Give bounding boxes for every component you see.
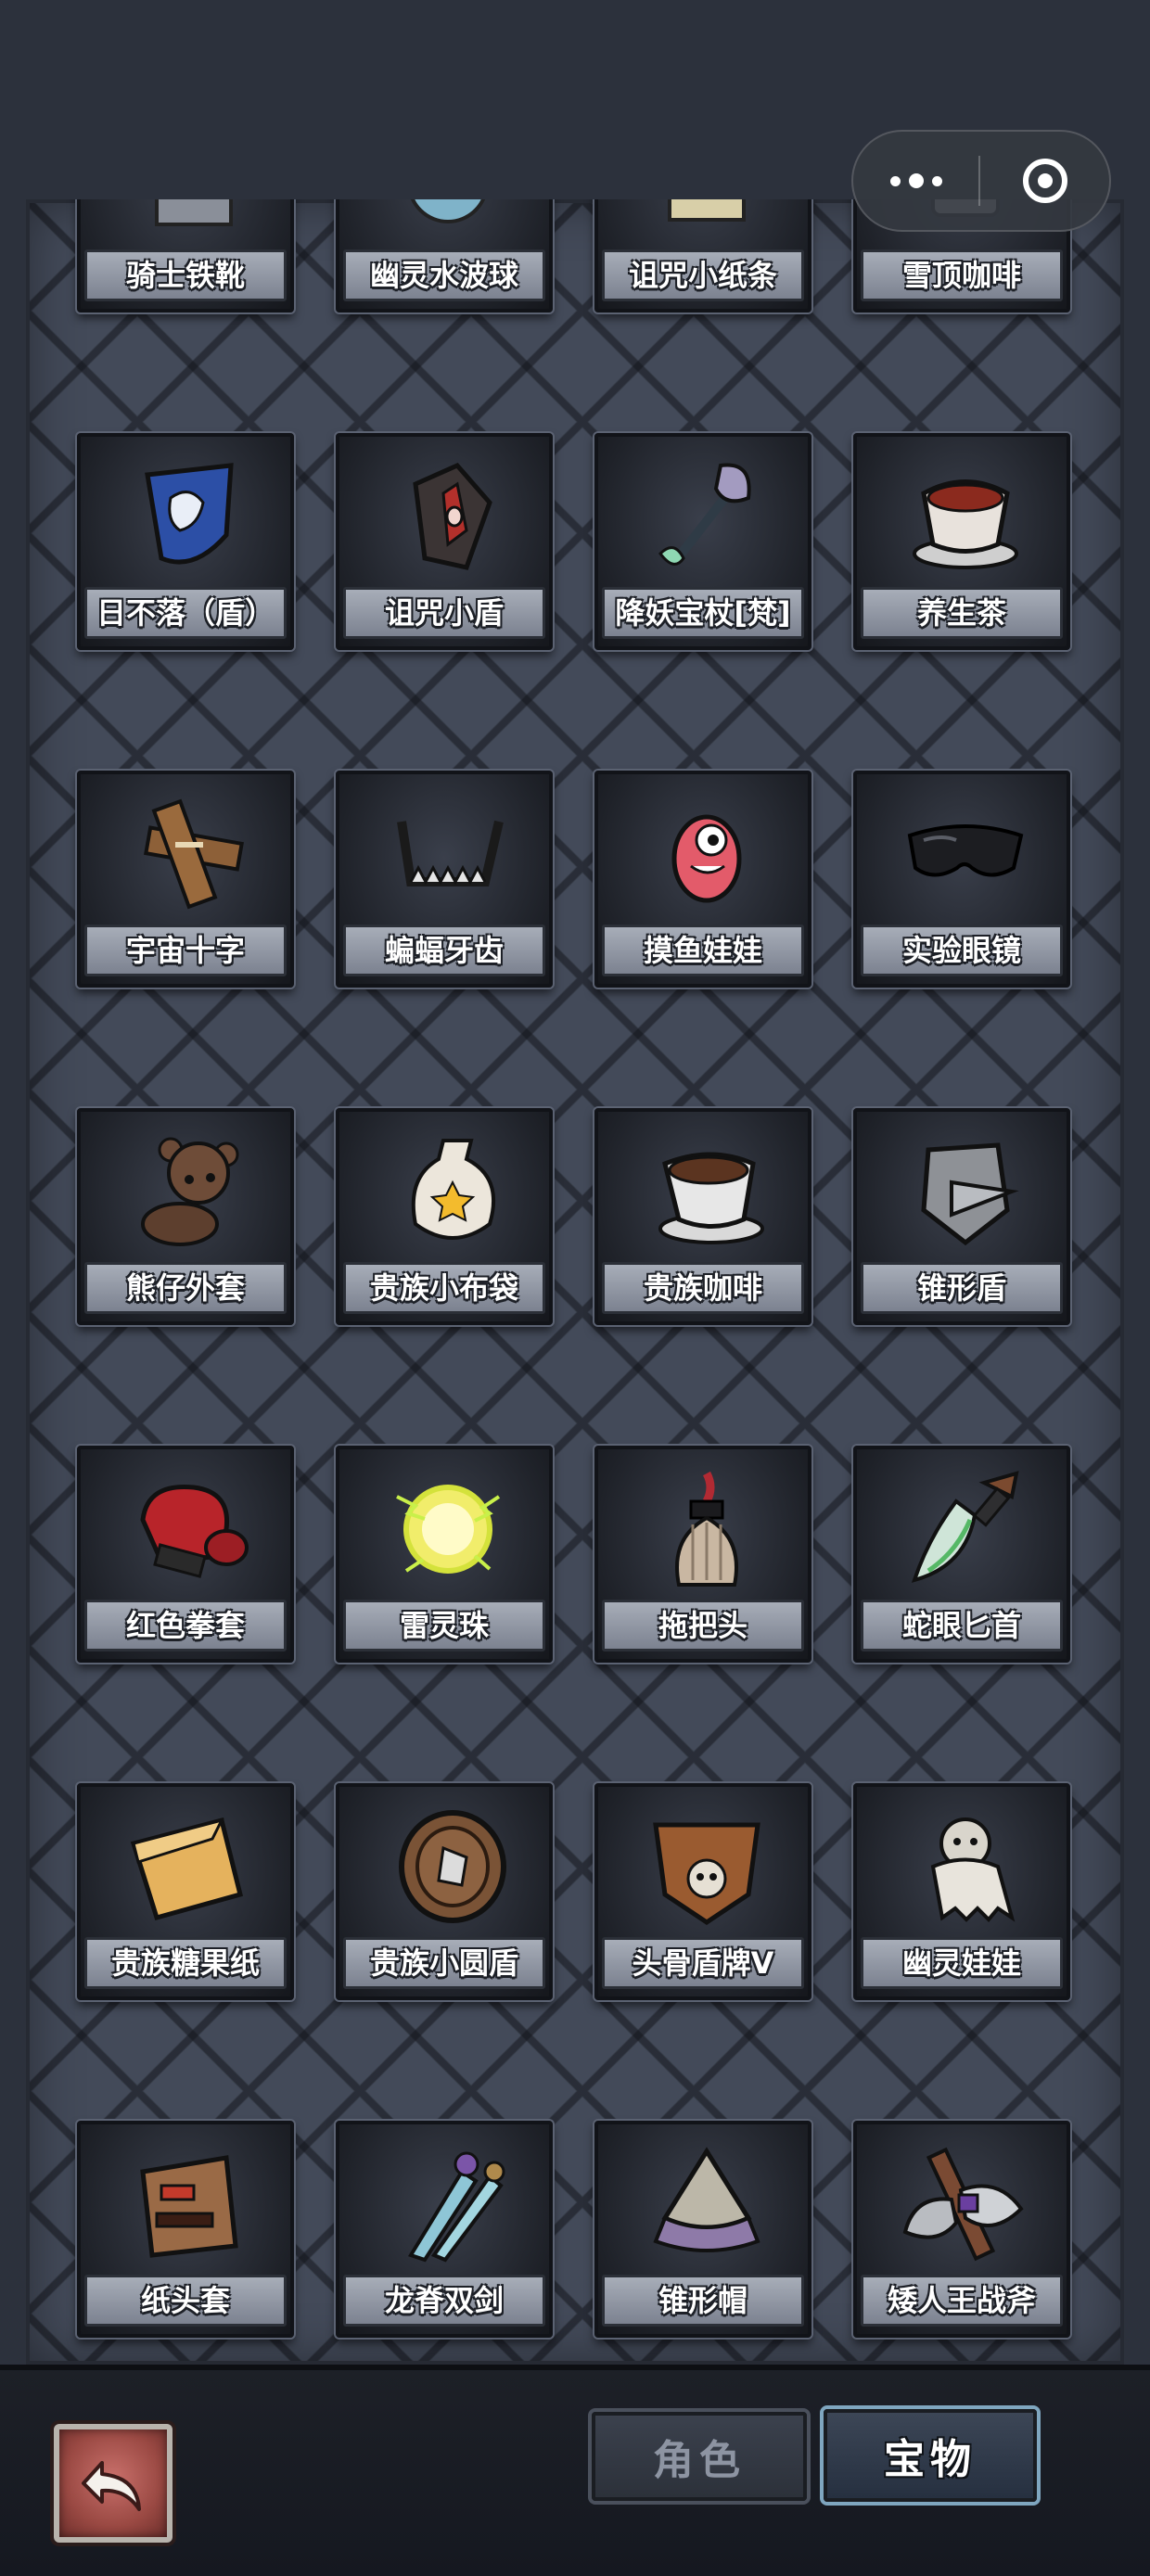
item-card-cosmic-cross[interactable]: 宇宙十字 (77, 771, 294, 988)
item-card-noble-pouch[interactable]: 贵族小布袋 (336, 1108, 553, 1325)
item-label: 龙脊双剑 (343, 2275, 545, 2327)
item-label: 贵族糖果纸 (84, 1937, 287, 1989)
item-label: 纸头套 (84, 2275, 287, 2327)
slacker-doll-icon (626, 789, 787, 919)
more-dots-icon[interactable] (853, 132, 978, 230)
item-card-slacker-doll[interactable]: 摸鱼娃娃 (594, 771, 811, 988)
bat-teeth-icon (367, 789, 529, 919)
round-shield-icon (367, 1802, 529, 1932)
item-card-ghost-orb[interactable]: 幽灵水波球 (336, 199, 553, 312)
item-card-bat-teeth[interactable]: 蝙蝠牙齿 (336, 771, 553, 988)
item-label: 蛇眼匕首 (861, 1600, 1063, 1651)
blue-shield-icon (109, 452, 270, 581)
tab-treasure[interactable]: 宝物 (824, 2409, 1037, 2502)
item-label: 幽灵水波球 (343, 249, 545, 301)
item-label: 雷灵珠 (343, 1600, 545, 1651)
item-card-cone-hat[interactable]: 锥形帽 (594, 2121, 811, 2338)
item-card-mop-head[interactable]: 拖把头 (594, 1446, 811, 1663)
cursed-shield-icon (367, 452, 529, 581)
item-card-dwarf-axe[interactable]: 矮人王战斧 (853, 2121, 1070, 2338)
item-label: 降妖宝杖[梵] (602, 587, 804, 639)
item-card-bear-coat[interactable]: 熊仔外套 (77, 1108, 294, 1325)
item-label: 矮人王战斧 (861, 2275, 1063, 2327)
item-label: 红色拳套 (84, 1600, 287, 1651)
snake-dagger-icon (885, 1464, 1046, 1594)
item-card-noble-coffee[interactable]: 贵族咖啡 (594, 1108, 811, 1325)
cosmic-cross-icon (109, 789, 270, 919)
item-label: 诅咒小盾 (343, 587, 545, 639)
tab-role[interactable]: 角色 (592, 2412, 807, 2501)
item-label: 锥形盾 (861, 1262, 1063, 1314)
boxing-glove-icon (109, 1464, 270, 1594)
item-card-snake-dagger[interactable]: 蛇眼匕首 (853, 1446, 1070, 1663)
bottom-nav-bar: 角色 宝物 (0, 2365, 1150, 2576)
mini-program-capsule (851, 130, 1111, 232)
item-label: 头骨盾牌V (602, 1937, 804, 1989)
item-label: 贵族咖啡 (602, 1262, 804, 1314)
mop-head-icon (626, 1464, 787, 1594)
item-card-demon-staff[interactable]: 降妖宝杖[梵] (594, 433, 811, 650)
item-card-paper-bag[interactable]: 纸头套 (77, 2121, 294, 2338)
back-arrow-icon (82, 2461, 141, 2511)
demon-staff-icon (626, 452, 787, 581)
item-label: 贵族小圆盾 (343, 1937, 545, 1989)
item-label: 实验眼镜 (861, 925, 1063, 976)
item-label: 摸鱼娃娃 (602, 925, 804, 976)
item-grid-panel[interactable]: 骑士铁靴 幽灵水波球 诅咒小纸条 雪顶咖啡 日不落（盾） 诅咒小盾 降妖宝杖[梵… (26, 199, 1124, 2365)
iron-boots-icon (109, 199, 270, 248)
paper-bag-icon (109, 2139, 270, 2269)
item-card-health-tea[interactable]: 养生茶 (853, 433, 1070, 650)
item-card-dragon-swords[interactable]: 龙脊双剑 (336, 2121, 553, 2338)
dragon-swords-icon (367, 2139, 529, 2269)
item-label: 拖把头 (602, 1600, 804, 1651)
item-label: 诅咒小纸条 (602, 249, 804, 301)
item-label: 宇宙十字 (84, 925, 287, 976)
item-label: 蝙蝠牙齿 (343, 925, 545, 976)
candy-wrapper-icon (109, 1802, 270, 1932)
item-label: 雪顶咖啡 (861, 249, 1063, 301)
cone-hat-icon (626, 2139, 787, 2269)
item-label: 养生茶 (861, 587, 1063, 639)
item-card-blue-shield[interactable]: 日不落（盾） (77, 433, 294, 650)
cone-shield-icon (885, 1127, 1046, 1256)
item-card-iron-boots[interactable]: 骑士铁靴 (77, 199, 294, 312)
item-label: 贵族小布袋 (343, 1262, 545, 1314)
item-card-boxing-glove[interactable]: 红色拳套 (77, 1446, 294, 1663)
item-card-cone-shield[interactable]: 锥形盾 (853, 1108, 1070, 1325)
item-card-lab-glasses[interactable]: 实验眼镜 (853, 771, 1070, 988)
back-button[interactable] (54, 2424, 172, 2543)
noble-pouch-icon (367, 1127, 529, 1256)
item-card-candy-wrapper[interactable]: 贵族糖果纸 (77, 1783, 294, 2000)
item-card-round-shield[interactable]: 贵族小圆盾 (336, 1783, 553, 2000)
item-label: 幽灵娃娃 (861, 1937, 1063, 1989)
item-label: 锥形帽 (602, 2275, 804, 2327)
item-card-thunder-orb[interactable]: 雷灵珠 (336, 1446, 553, 1663)
noble-coffee-icon (626, 1127, 787, 1256)
lab-glasses-icon (885, 789, 1046, 919)
ghost-orb-icon (367, 199, 529, 248)
close-target-icon[interactable] (980, 132, 1109, 230)
bear-coat-icon (109, 1127, 270, 1256)
item-card-cursed-shield[interactable]: 诅咒小盾 (336, 433, 553, 650)
item-card-skull-shield[interactable]: 头骨盾牌V (594, 1783, 811, 2000)
ghost-doll-icon (885, 1802, 1046, 1932)
item-label: 熊仔外套 (84, 1262, 287, 1314)
item-label: 骑士铁靴 (84, 249, 287, 301)
item-card-ghost-doll[interactable]: 幽灵娃娃 (853, 1783, 1070, 2000)
cursed-note-icon (626, 199, 787, 248)
item-label: 日不落（盾） (84, 587, 287, 639)
health-tea-icon (885, 452, 1046, 581)
dwarf-axe-icon (885, 2139, 1046, 2269)
thunder-orb-icon (367, 1464, 529, 1594)
item-grid: 骑士铁靴 幽灵水波球 诅咒小纸条 雪顶咖啡 日不落（盾） 诅咒小盾 降妖宝杖[梵… (26, 199, 1124, 2365)
skull-shield-icon (626, 1802, 787, 1932)
item-card-cursed-note[interactable]: 诅咒小纸条 (594, 199, 811, 312)
